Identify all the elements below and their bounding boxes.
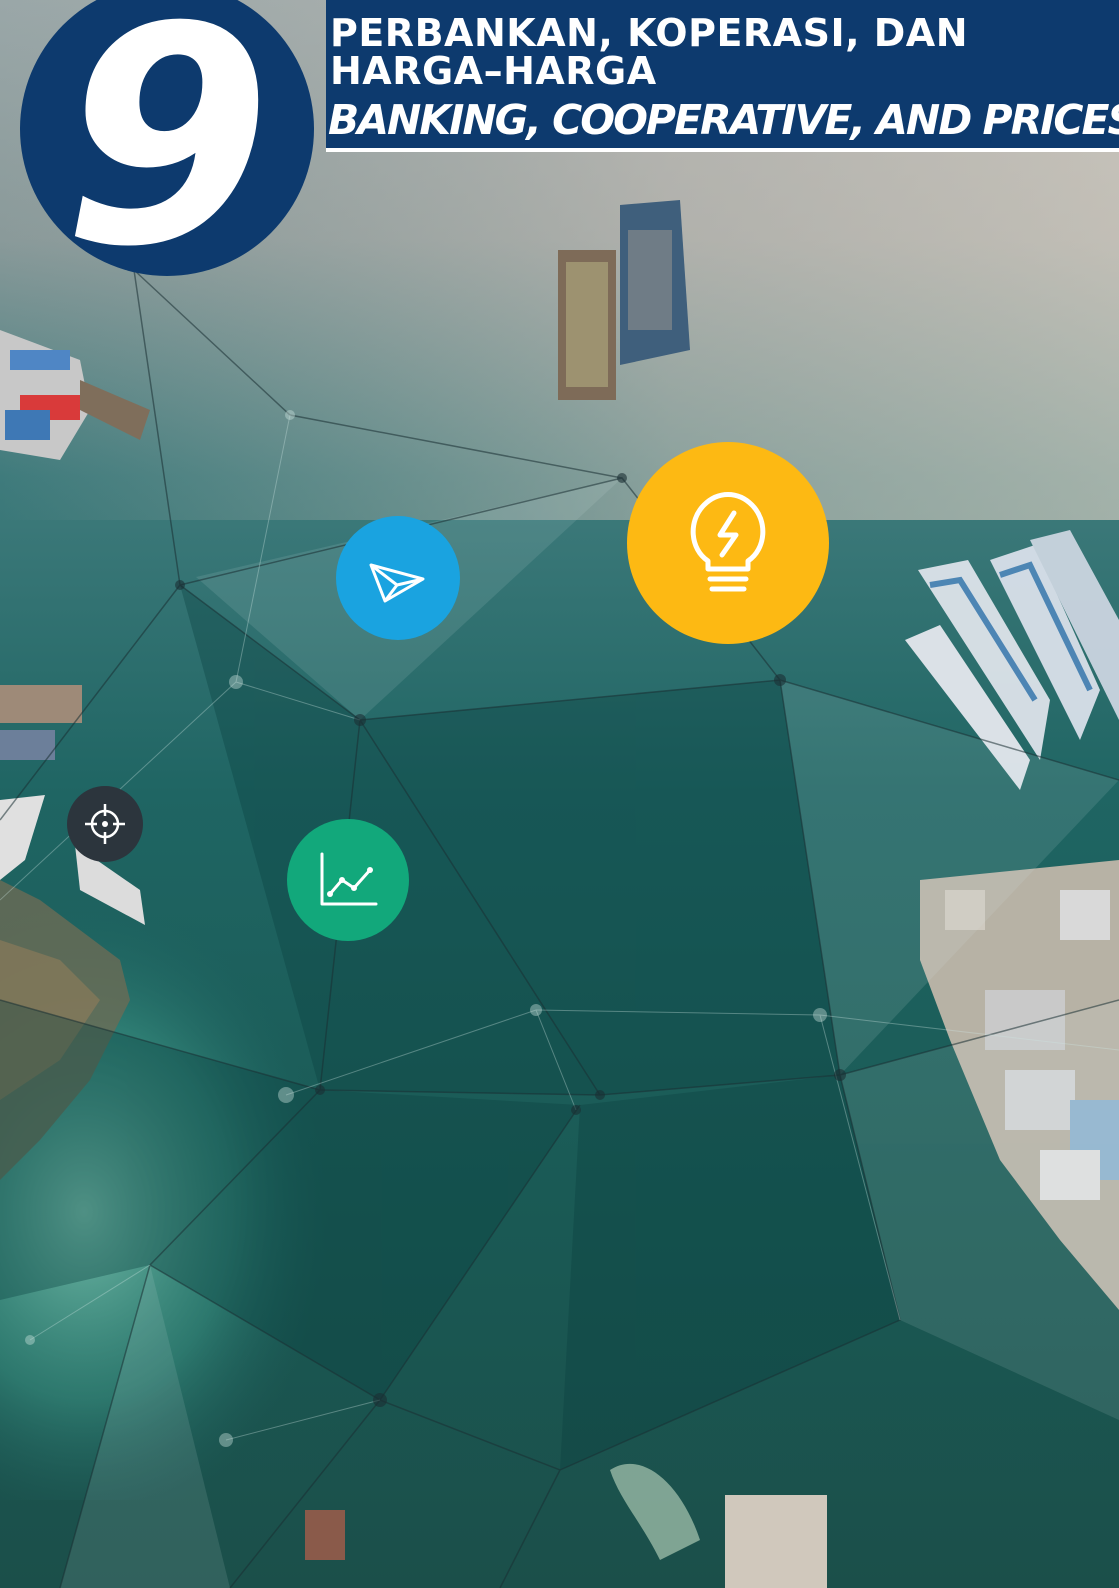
chapter-title-indonesian: PERBANKAN, KOPERASI, DAN HARGA–HARGA [330, 14, 968, 90]
lightbulb-icon [627, 442, 829, 644]
line-chart-icon [287, 819, 409, 941]
paper-plane-icon [336, 516, 460, 640]
chapter-number: 9 [62, 0, 272, 276]
chapter-title-english: BANKING, COOPERATIVE, AND PRICES [328, 96, 1119, 144]
title-underline [326, 148, 1119, 152]
chapter-title-id-line2: HARGA–HARGA [330, 49, 657, 93]
chapter-title-id-line1: PERBANKAN, KOPERASI, DAN [330, 11, 969, 55]
crosshair-icon [67, 786, 143, 862]
chapter-number-badge: 9 [20, 0, 314, 276]
